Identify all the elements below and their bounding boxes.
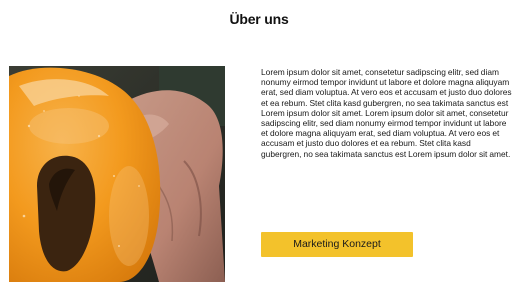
page-title: Über uns bbox=[229, 11, 289, 27]
hands-clay-photo bbox=[9, 66, 225, 282]
about-paragraph: Lorem ipsum dolor sit amet, consetetur s… bbox=[261, 67, 512, 159]
marketing-konzept-button[interactable]: Marketing Konzept bbox=[261, 232, 413, 257]
